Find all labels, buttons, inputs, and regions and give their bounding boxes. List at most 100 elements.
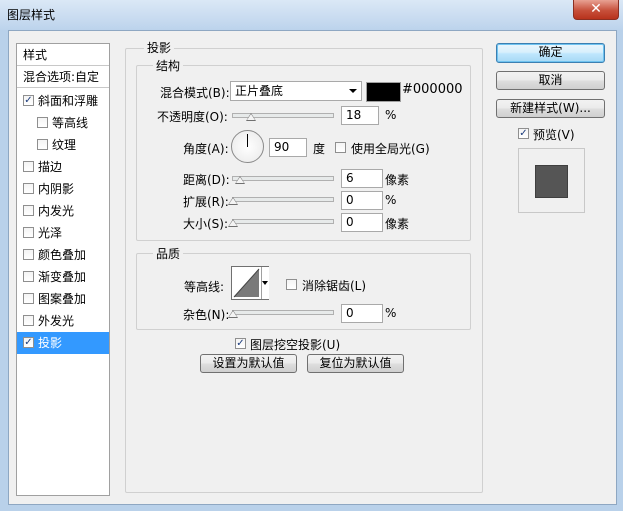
size-slider[interactable] [232, 219, 334, 224]
size-value: 0 [346, 215, 354, 229]
style-list-header[interactable]: 样式 [17, 44, 109, 66]
preview-label: 预览(V) [533, 128, 575, 142]
reset-default-button[interactable]: 复位为默认值 [307, 354, 404, 373]
chevron-down-icon [349, 89, 357, 93]
cancel-label: 取消 [538, 73, 563, 87]
drop-shadow-checkbox[interactable]: ✓ [23, 337, 34, 348]
noise-slider-thumb[interactable] [228, 310, 238, 318]
blend-mode-select[interactable]: 正片叠底 [230, 81, 362, 101]
cancel-button[interactable]: 取消 [496, 71, 605, 90]
size-label: 大小(S): [183, 217, 229, 231]
texture-checkbox[interactable] [37, 139, 48, 150]
size-slider-thumb[interactable] [228, 219, 238, 227]
satin-label: 光泽 [38, 226, 63, 240]
inner-glow-checkbox[interactable] [23, 205, 34, 216]
color-overlay-label: 颜色叠加 [38, 248, 87, 262]
check-icon: ✓ [519, 128, 528, 139]
bevel-emboss-checkbox[interactable]: ✓ [23, 95, 34, 106]
spread-slider-thumb[interactable] [228, 197, 238, 205]
contour-label: 等高线 [52, 116, 89, 130]
angle-needle [247, 134, 248, 147]
contour-label: 等高线: [184, 280, 225, 294]
check-icon: ✓ [236, 338, 245, 349]
shadow-color-swatch[interactable] [366, 82, 401, 102]
style-item-outer-glow[interactable]: 外发光 [17, 310, 109, 332]
stroke-checkbox[interactable] [23, 161, 34, 172]
opacity-label: 不透明度(O): [157, 110, 228, 124]
style-item-inner-glow[interactable]: 内发光 [17, 200, 109, 222]
preview-checkbox[interactable]: ✓ [518, 128, 529, 139]
size-input[interactable]: 0 [341, 213, 383, 232]
distance-slider-thumb[interactable] [235, 176, 245, 184]
global-light-checkbox[interactable] [335, 142, 346, 153]
close-button[interactable]: ✕ [573, 0, 619, 20]
angle-dial[interactable] [231, 130, 264, 163]
style-item-bevel-emboss[interactable]: ✓ 斜面和浮雕 [17, 90, 109, 112]
distance-slider[interactable] [232, 176, 334, 181]
noise-value: 0 [346, 306, 354, 320]
distance-unit: 像素 [385, 173, 410, 187]
check-icon: ✓ [24, 337, 33, 348]
ok-label: 确定 [538, 45, 563, 59]
noise-slider[interactable] [232, 310, 334, 315]
reset-default-label: 复位为默认值 [319, 356, 392, 370]
angle-input[interactable]: 90 [269, 138, 307, 157]
global-light-label: 使用全局光(G) [351, 142, 430, 156]
new-style-label: 新建样式(W)... [510, 101, 591, 115]
texture-label: 纹理 [52, 138, 77, 152]
inner-shadow-label: 内阴影 [38, 182, 75, 196]
close-icon: ✕ [590, 1, 602, 17]
quality-title: 品质 [153, 245, 184, 262]
shadow-color-hex: #000000 [402, 82, 463, 97]
style-item-color-overlay[interactable]: 颜色叠加 [17, 244, 109, 266]
style-item-satin[interactable]: 光泽 [17, 222, 109, 244]
style-item-contour[interactable]: 等高线 [17, 112, 109, 134]
make-default-button[interactable]: 设置为默认值 [200, 354, 297, 373]
style-item-pattern-overlay[interactable]: 图案叠加 [17, 288, 109, 310]
opacity-value: 18 [346, 108, 362, 122]
blend-mode-value: 正片叠底 [235, 84, 284, 98]
layer-knocks-out-checkbox[interactable]: ✓ [235, 338, 246, 349]
blend-mode-label: 混合模式(B): [160, 86, 230, 100]
gradient-overlay-label: 渐变叠加 [38, 270, 87, 284]
ok-button[interactable]: 确定 [496, 43, 605, 63]
satin-checkbox[interactable] [23, 227, 34, 238]
window-title: 图层样式 [7, 8, 56, 22]
pattern-overlay-label: 图案叠加 [38, 292, 87, 306]
anti-aliased-checkbox[interactable] [286, 279, 297, 290]
preview-thumbnail [535, 165, 568, 198]
noise-unit: % [385, 306, 397, 320]
angle-label: 角度(A): [183, 142, 229, 156]
style-item-inner-shadow[interactable]: 内阴影 [17, 178, 109, 200]
style-item-texture[interactable]: 纹理 [17, 134, 109, 156]
outer-glow-checkbox[interactable] [23, 315, 34, 326]
opacity-input[interactable]: 18 [341, 106, 379, 125]
color-overlay-checkbox[interactable] [23, 249, 34, 260]
gradient-overlay-checkbox[interactable] [23, 271, 34, 282]
style-item-gradient-overlay[interactable]: 渐变叠加 [17, 266, 109, 288]
check-icon: ✓ [24, 95, 33, 106]
contour-checkbox[interactable] [37, 117, 48, 128]
contour-dropdown[interactable] [261, 267, 269, 299]
style-list: 样式 混合选项:自定 ✓ 斜面和浮雕 等高线 纹理 描边 内阴影 内发光 光泽 … [16, 43, 110, 496]
stroke-label: 描边 [38, 160, 63, 174]
opacity-slider-thumb[interactable] [246, 113, 256, 121]
spread-value: 0 [346, 193, 354, 207]
style-item-stroke[interactable]: 描边 [17, 156, 109, 178]
spread-slider[interactable] [232, 197, 334, 202]
distance-value: 6 [346, 171, 354, 185]
title-bar[interactable]: 图层样式 ✕ [0, 0, 623, 30]
bevel-emboss-label: 斜面和浮雕 [38, 94, 99, 108]
distance-input[interactable]: 6 [341, 169, 383, 188]
pattern-overlay-checkbox[interactable] [23, 293, 34, 304]
new-style-button[interactable]: 新建样式(W)... [496, 99, 605, 118]
contour-picker[interactable] [231, 266, 269, 300]
style-item-drop-shadow[interactable]: ✓ 投影 [17, 332, 109, 354]
blend-options-label: 混合选项:自定 [23, 70, 100, 84]
noise-input[interactable]: 0 [341, 304, 383, 323]
style-list-blend-options[interactable]: 混合选项:自定 [17, 66, 109, 88]
noise-label: 杂色(N): [183, 308, 230, 322]
style-list-header-label: 样式 [23, 48, 48, 62]
inner-shadow-checkbox[interactable] [23, 183, 34, 194]
spread-input[interactable]: 0 [341, 191, 383, 210]
